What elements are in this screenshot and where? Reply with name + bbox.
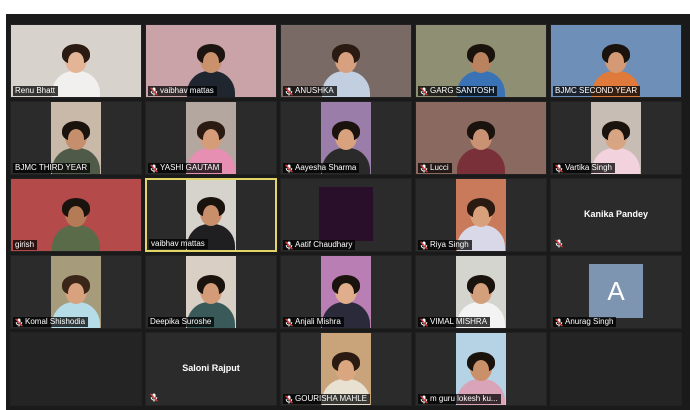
participant-name: m guru lokesh ku... — [430, 394, 498, 403]
participant-tile[interactable]: GARG SANTOSH — [415, 24, 547, 98]
participant-name-label: VIMAL MISHRA — [418, 317, 491, 327]
participant-name: Komal Shishodia — [25, 317, 86, 326]
participant-tile[interactable]: A Anurag Singh — [550, 255, 682, 329]
mic-muted-icon — [285, 86, 293, 96]
participant-tile[interactable]: VIMAL MISHRA — [415, 255, 547, 329]
participant-name-center: Saloni Rajput — [182, 363, 240, 373]
participant-name-label: GOURISHA MAHLE — [283, 394, 371, 404]
participant-name-label: YASHI GAUTAM — [148, 163, 223, 173]
mic-muted-icon — [555, 239, 563, 248]
participant-name: VIMAL MISHRA — [430, 317, 488, 326]
participant-tile[interactable]: Anjali Mishra — [280, 255, 412, 329]
mic-muted-icon — [420, 163, 428, 173]
participant-figure — [52, 44, 100, 97]
participant-tile[interactable]: vaibhav mattas — [145, 24, 277, 98]
participant-name: Aatif Chaudhary — [295, 240, 353, 249]
mic-muted-icon — [15, 317, 23, 327]
participant-tile[interactable]: BJMC SECOND YEAR — [550, 24, 682, 98]
participant-grid: Renu Bhatt vaibhav mattas ANUSHKA GARG SANT… — [10, 24, 686, 406]
participant-tile[interactable]: Aatif Chaudhary — [280, 178, 412, 252]
participant-name: vaibhav mattas — [151, 239, 205, 248]
participant-tile[interactable]: Deepika Suroshe — [145, 255, 277, 329]
participant-name: girish — [15, 240, 35, 249]
participant-name-label: Vartika Singh — [553, 163, 615, 173]
participant-figure — [52, 198, 100, 251]
mic-muted-icon — [150, 163, 158, 173]
participant-name-label: BJMC THIRD YEAR — [13, 163, 91, 173]
mic-muted-icon — [285, 163, 293, 173]
participant-name: ANUSHKA — [295, 86, 334, 95]
avatar: A — [589, 264, 643, 318]
mic-muted-icon — [555, 163, 563, 173]
participant-name: Vartika Singh — [565, 163, 612, 172]
mic-muted-icon — [150, 393, 158, 402]
meeting-window: Renu Bhatt vaibhav mattas ANUSHKA GARG SANT… — [6, 14, 690, 410]
participant-name: Anurag Singh — [565, 317, 614, 326]
participant-tile[interactable]: Renu Bhatt — [10, 24, 142, 98]
mic-muted-icon — [285, 394, 293, 404]
participant-tile[interactable]: m guru lokesh ku... — [415, 332, 547, 406]
mic-muted-icon — [150, 86, 158, 96]
participant-name: Anjali Mishra — [295, 317, 341, 326]
participant-name-label: Renu Bhatt — [13, 86, 59, 96]
participant-name: Lucci — [430, 163, 449, 172]
participant-name-label: BJMC SECOND YEAR — [553, 86, 641, 96]
video-off-placeholder — [319, 187, 373, 241]
participant-tile[interactable]: GOURISHA MAHLE — [280, 332, 412, 406]
participant-name-label: Komal Shishodia — [13, 317, 89, 327]
participant-figure — [457, 121, 505, 174]
participant-name-label: vaibhav mattas — [149, 239, 208, 249]
participant-name: BJMC SECOND YEAR — [555, 86, 638, 95]
participant-name: vaibhav mattas — [160, 86, 214, 95]
participant-name-center: Kanika Pandey — [583, 209, 649, 219]
participant-tile[interactable]: girish — [10, 178, 142, 252]
mic-muted-icon — [420, 86, 428, 96]
mic-muted-icon — [420, 317, 428, 327]
mic-muted-icon — [555, 317, 563, 327]
participant-name-label: Aatif Chaudhary — [283, 240, 356, 250]
participant-name: Aayesha Sharma — [295, 163, 357, 172]
participant-name: GOURISHA MAHLE — [295, 394, 368, 403]
participant-name-label: Aayesha Sharma — [283, 163, 360, 173]
mic-muted-icon — [285, 317, 293, 327]
participant-tile[interactable]: Aayesha Sharma — [280, 101, 412, 175]
participant-tile[interactable]: Lucci — [415, 101, 547, 175]
participant-name: YASHI GAUTAM — [160, 163, 220, 172]
participant-tile[interactable]: vaibhav mattas — [145, 178, 277, 252]
participant-name: BJMC THIRD YEAR — [15, 163, 88, 172]
participant-name-label: Deepika Suroshe — [148, 317, 215, 327]
participant-name-label: GARG SANTOSH — [418, 86, 498, 96]
mic-muted-icon — [420, 240, 428, 250]
mic-muted-icon — [285, 240, 293, 250]
participant-name-label: ANUSHKA — [283, 86, 337, 96]
participant-name-label: Lucci — [418, 163, 452, 173]
participant-name: Deepika Suroshe — [150, 317, 212, 326]
participant-tile[interactable]: Kanika Pandey — [550, 178, 682, 252]
participant-tile[interactable]: Saloni Rajput — [145, 332, 277, 406]
participant-name: Riya Singh — [430, 240, 469, 249]
participant-name-label: vaibhav mattas — [148, 86, 217, 96]
empty-tile — [10, 332, 142, 406]
participant-tile[interactable]: BJMC THIRD YEAR — [10, 101, 142, 175]
participant-name-label: Anjali Mishra — [283, 317, 344, 327]
participant-name-label: Anurag Singh — [553, 317, 617, 327]
participant-tile[interactable]: ANUSHKA — [280, 24, 412, 98]
participant-name-label: m guru lokesh ku... — [418, 394, 501, 404]
participant-name-label: girish — [13, 240, 38, 250]
participant-name-label: Riya Singh — [418, 240, 472, 250]
participant-name: GARG SANTOSH — [430, 86, 495, 95]
participant-tile[interactable]: Riya Singh — [415, 178, 547, 252]
mic-muted-icon — [420, 394, 428, 404]
participant-tile[interactable]: Komal Shishodia — [10, 255, 142, 329]
participant-tile[interactable]: YASHI GAUTAM — [145, 101, 277, 175]
participant-name: Renu Bhatt — [15, 86, 56, 95]
participant-tile[interactable]: Vartika Singh — [550, 101, 682, 175]
empty-tile — [550, 332, 682, 406]
